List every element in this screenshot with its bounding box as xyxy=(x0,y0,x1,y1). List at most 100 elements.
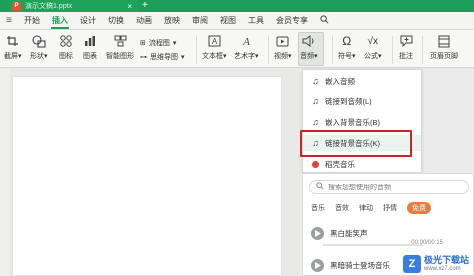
menu-slideshow[interactable]: 放映 xyxy=(158,12,186,30)
wordart-button[interactable]: A 艺术字▾ xyxy=(234,34,259,61)
mindmap-button[interactable]: ⊶ 思维导图 ▾ xyxy=(140,52,185,62)
menu-transition[interactable]: 切换 xyxy=(102,12,130,30)
symbol-dropdown-icon: ▾ xyxy=(352,53,356,60)
audio-button[interactable]: 音频▾ xyxy=(300,34,318,61)
smart-graphic-icon xyxy=(112,34,128,48)
menu-item-embed-audio[interactable]: ♫ 嵌入音频 xyxy=(303,73,421,89)
header-footer-button[interactable]: 页眉页脚 xyxy=(430,34,458,61)
chart-icon xyxy=(82,34,98,48)
menu-item-link-audio[interactable]: ♫ 链接到音频(L) xyxy=(303,93,421,109)
video-icon xyxy=(275,34,291,48)
textbox-dropdown-icon: ▾ xyxy=(223,53,227,60)
track-time: 00:00/00:15 xyxy=(411,240,443,246)
menu-tools[interactable]: 工具 xyxy=(242,12,270,30)
track-progress-bar[interactable] xyxy=(323,244,423,246)
flowchart-button[interactable]: ⊞ 流程图 ▾ xyxy=(140,38,176,48)
comment-button[interactable]: 批注 xyxy=(398,34,414,61)
header-footer-label: 页眉页脚 xyxy=(430,53,458,60)
ribbon-divider xyxy=(268,36,269,64)
shape-icon xyxy=(31,34,47,48)
category-free[interactable]: 免费 xyxy=(407,202,431,214)
smart-graphic-label: 智能图形 xyxy=(106,53,134,60)
play-icon[interactable] xyxy=(311,258,324,272)
video-dropdown-icon: ▾ xyxy=(288,53,292,60)
audio-label: 音频 xyxy=(300,53,314,60)
track-title: 黑白能笑声 xyxy=(330,228,368,238)
mindmap-dropdown-icon: ▾ xyxy=(181,54,185,61)
menu-item-label: 链接背景音乐(K) xyxy=(325,138,380,148)
watermark-url: www.xz7.com xyxy=(423,265,461,272)
textbox-button[interactable]: A 文本框▾ xyxy=(202,34,227,61)
header-footer-icon xyxy=(436,34,452,48)
formula-button[interactable]: √x 公式▾ xyxy=(364,34,382,61)
slide-thumbnail-pane[interactable] xyxy=(0,69,10,276)
close-tab-icon[interactable]: × xyxy=(127,2,132,11)
presentation-file-icon: P xyxy=(12,1,21,11)
watermark-name: 极光下载站 xyxy=(423,255,469,266)
menu-item-docer-music[interactable]: 稻壳音乐 xyxy=(303,156,421,172)
document-title: 演示文稿1.pptx xyxy=(25,3,73,10)
comment-icon xyxy=(398,34,414,48)
track-row[interactable]: 黑白能笑声 xyxy=(311,224,471,242)
flowchart-label: 流程图 xyxy=(148,40,170,47)
category-lyrical[interactable]: 抒情 xyxy=(383,203,397,213)
ribbon-toolbar: 截屏▾ 形状▾ 图标 图表 智能图形 ⊞ 流程图 ▾ ⊶ 思维导图 ▾ A 文本… xyxy=(0,30,474,68)
category-music[interactable]: 音乐 xyxy=(311,203,325,213)
site-watermark: Z 极光下载站 www.xz7.com xyxy=(402,255,469,273)
slide-canvas[interactable] xyxy=(12,76,282,276)
music-search-box[interactable] xyxy=(309,180,469,194)
icon-button[interactable]: 图标 xyxy=(58,34,74,61)
track-title: 黑暗骑士登场音乐 xyxy=(330,260,390,270)
category-rhythm[interactable]: 律动 xyxy=(359,203,373,213)
menu-animation[interactable]: 动画 xyxy=(130,12,158,30)
menu-item-embed-background-music[interactable]: ♫ 嵌入背景音乐(B) xyxy=(303,114,421,130)
music-search-input[interactable] xyxy=(328,183,458,191)
menu-bar: ≡ 开始 插入 设计 切换 动画 放映 审阅 视图 工具 会员专享 xyxy=(0,12,474,30)
ribbon-divider xyxy=(196,36,197,64)
music-category-tabs: 音乐 音效 律动 抒情 免费 xyxy=(311,202,431,214)
formula-dropdown-icon: ▾ xyxy=(378,53,382,60)
document-tab[interactable]: P 演示文稿1.pptx × xyxy=(8,0,138,12)
menu-insert[interactable]: 插入 xyxy=(46,12,74,30)
textbox-label: 文本框 xyxy=(202,53,223,60)
audio-dropdown-menu: ♫ 嵌入音频 ♫ 链接到音频(L) ♫ 嵌入背景音乐(B) ♫ 链接背景音乐(K… xyxy=(302,69,422,173)
screenshot-label: 截屏 xyxy=(4,53,18,60)
omega-icon: Ω xyxy=(342,34,352,48)
shape-button[interactable]: 形状▾ xyxy=(30,34,48,61)
menu-item-label: 嵌入背景音乐(B) xyxy=(325,117,380,127)
svg-text:A: A xyxy=(242,36,250,47)
menu-item-link-background-music[interactable]: ♫ 链接背景音乐(K) xyxy=(303,135,421,151)
red-dot-icon xyxy=(311,160,320,169)
search-icon[interactable] xyxy=(320,15,329,26)
menu-review[interactable]: 审阅 xyxy=(186,12,214,30)
menu-hamburger-icon[interactable]: ≡ xyxy=(0,15,18,26)
wordart-dropdown-icon: ▾ xyxy=(255,53,259,60)
new-tab-button[interactable]: + xyxy=(142,0,148,11)
menu-view[interactable]: 视图 xyxy=(214,12,242,30)
audio-dropdown-icon: ▾ xyxy=(314,53,318,60)
video-button[interactable]: 视频▾ xyxy=(274,34,292,61)
screenshot-button[interactable]: 截屏▾ xyxy=(4,34,22,61)
smart-graphic-button[interactable]: 智能图形 xyxy=(106,34,134,61)
category-sound-effects[interactable]: 音效 xyxy=(335,203,349,213)
icons-grid-icon xyxy=(58,34,74,48)
menu-home[interactable]: 开始 xyxy=(18,12,46,30)
shape-label: 形状 xyxy=(30,53,44,60)
menu-member[interactable]: 会员专享 xyxy=(270,12,314,30)
play-icon[interactable] xyxy=(311,226,324,240)
symbol-button[interactable]: Ω 符号▾ xyxy=(338,34,356,61)
music-note-icon: ♫ xyxy=(312,138,319,148)
screenshot-icon xyxy=(5,34,21,48)
chart-label: 图表 xyxy=(83,53,97,60)
music-note-icon: ♫ xyxy=(312,76,319,86)
menu-design[interactable]: 设计 xyxy=(74,12,102,30)
ribbon-divider xyxy=(422,36,423,64)
wordart-icon: A xyxy=(238,34,254,48)
screenshot-dropdown-icon: ▾ xyxy=(18,53,22,60)
flowchart-icon: ⊞ xyxy=(140,40,146,47)
video-label: 视频 xyxy=(274,53,288,60)
chart-button[interactable]: 图表 xyxy=(82,34,98,61)
speaker-icon xyxy=(301,34,317,48)
textbox-icon: A xyxy=(206,34,222,48)
search-icon xyxy=(316,182,324,192)
